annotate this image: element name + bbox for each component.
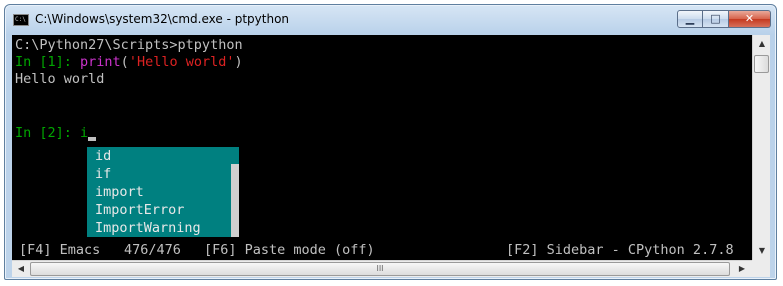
horizontal-scrollbar[interactable]: ◀ III ▶ (12, 260, 752, 277)
input-prompt: In [2]: (15, 125, 81, 141)
command-text: C:\Python27\Scripts>ptpython (15, 37, 243, 53)
completion-item[interactable]: if (95, 165, 111, 183)
scroll-down-arrow-icon[interactable]: ▼ (754, 243, 770, 259)
completion-item[interactable]: ImportWarning (95, 219, 201, 237)
completion-item[interactable]: id (95, 147, 111, 165)
scroll-left-arrow-icon[interactable]: ◀ (13, 261, 29, 277)
status-bar: [F4] Emacs 476/476 [F6] Paste mode (off)… (12, 240, 752, 260)
editing-mode[interactable]: [F4] Emacs (19, 240, 100, 260)
horizontal-scroll-thumb[interactable]: III (30, 262, 730, 276)
completion-item[interactable]: ImportError (95, 201, 184, 219)
completion-item[interactable]: import (95, 183, 144, 201)
console-line: C:\Python27\Scripts>ptpython (15, 37, 243, 54)
vertical-scroll-thumb[interactable] (754, 55, 769, 73)
output-text: Hello world (15, 71, 105, 87)
console-line: In [1]: print('Hello world') (15, 54, 243, 71)
history-count: 476/476 (124, 242, 181, 258)
scroll-up-arrow-icon[interactable]: ▲ (754, 36, 770, 52)
builtin-function: print (80, 54, 121, 70)
maximize-button[interactable]: □ (703, 10, 729, 28)
paste-mode[interactable]: [F6] Paste mode (off) (204, 240, 375, 260)
vertical-scrollbar[interactable]: ▲ ▼ (752, 35, 770, 260)
completion-menu[interactable]: id if import ImportError ImportWarning (87, 147, 239, 237)
console-output: Hello world (15, 71, 104, 88)
scrollbar-corner (752, 260, 770, 277)
title-bar[interactable]: C:\ C:\Windows\system32\cmd.exe - ptpyth… (5, 5, 776, 35)
console-line: In [2]: i (15, 125, 97, 142)
console-area[interactable]: C:\Python27\Scripts>ptpython In [1]: pri… (12, 35, 752, 260)
sidebar-toggle[interactable]: [F2] Sidebar - CPython 2.7.8 (506, 240, 734, 260)
close-button[interactable]: ✕ (729, 10, 771, 28)
close-paren: ) (234, 54, 243, 70)
current-input[interactable]: i (80, 125, 88, 141)
console-window: C:\ C:\Windows\system32\cmd.exe - ptpyth… (4, 4, 777, 280)
open-paren: ( (120, 54, 129, 70)
completion-scrollbar[interactable] (231, 164, 239, 237)
minimize-button[interactable]: ▁ (677, 10, 703, 28)
cmd-icon[interactable]: C:\ (13, 14, 29, 26)
window-title: C:\Windows\system32\cmd.exe - ptpython (35, 12, 290, 26)
input-prompt: In [1]: (15, 54, 81, 70)
string-literal: 'Hello world' (128, 54, 235, 70)
text-cursor (88, 137, 97, 141)
scroll-right-arrow-icon[interactable]: ▶ (734, 261, 750, 277)
